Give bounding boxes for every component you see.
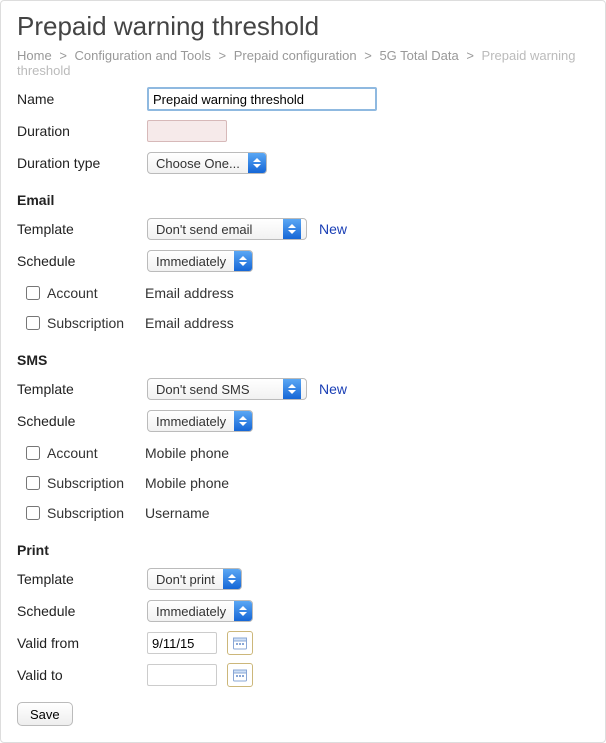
breadcrumb-plan[interactable]: 5G Total Data <box>379 48 458 63</box>
email-schedule-label: Schedule <box>17 253 147 269</box>
email-row-what: Email address <box>145 315 234 331</box>
email-row-who: Subscription <box>47 315 145 331</box>
valid-from-calendar-button[interactable] <box>227 631 253 655</box>
sms-row-who: Subscription <box>47 505 145 521</box>
duration-type-select[interactable]: Choose One... <box>147 152 267 174</box>
duration-label: Duration <box>17 123 147 139</box>
valid-from-label: Valid from <box>17 635 147 651</box>
sms-row-what: Mobile phone <box>145 445 229 461</box>
name-input[interactable] <box>147 87 377 111</box>
sms-subscription-mobile-checkbox[interactable] <box>26 476 40 490</box>
breadcrumb-prepaid-config[interactable]: Prepaid configuration <box>234 48 357 63</box>
sms-account-mobile-checkbox[interactable] <box>26 446 40 460</box>
save-button[interactable]: Save <box>17 702 73 726</box>
valid-to-calendar-button[interactable] <box>227 663 253 687</box>
sms-heading: SMS <box>17 352 589 368</box>
print-schedule-label: Schedule <box>17 603 147 619</box>
valid-to-input[interactable] <box>147 664 217 686</box>
print-schedule-select[interactable]: Immediately <box>147 600 253 622</box>
sms-schedule-label: Schedule <box>17 413 147 429</box>
email-template-value: Don't send email <box>148 219 283 239</box>
select-stepper-icon <box>283 379 301 399</box>
calendar-icon <box>232 635 248 651</box>
breadcrumb-sep: > <box>364 48 372 63</box>
email-heading: Email <box>17 192 589 208</box>
select-stepper-icon <box>234 251 252 271</box>
name-label: Name <box>17 91 147 107</box>
sms-row-what: Username <box>145 505 210 521</box>
email-template-select[interactable]: Don't send email <box>147 218 307 240</box>
email-template-new-link[interactable]: New <box>319 221 347 237</box>
select-stepper-icon <box>248 153 266 173</box>
page-title: Prepaid warning threshold <box>17 11 589 42</box>
print-template-select[interactable]: Don't print <box>147 568 242 590</box>
print-template-value: Don't print <box>148 569 223 589</box>
breadcrumb-sep: > <box>466 48 474 63</box>
breadcrumb-sep: > <box>59 48 67 63</box>
valid-to-label: Valid to <box>17 667 147 683</box>
email-schedule-value: Immediately <box>148 251 234 271</box>
sms-template-new-link[interactable]: New <box>319 381 347 397</box>
sms-subscription-username-checkbox[interactable] <box>26 506 40 520</box>
breadcrumb-home[interactable]: Home <box>17 48 52 63</box>
print-template-label: Template <box>17 571 147 587</box>
email-schedule-select[interactable]: Immediately <box>147 250 253 272</box>
duration-input[interactable] <box>147 120 227 142</box>
breadcrumb-config-tools[interactable]: Configuration and Tools <box>75 48 211 63</box>
form-panel: Prepaid warning threshold Home > Configu… <box>0 0 606 743</box>
valid-from-input[interactable] <box>147 632 217 654</box>
sms-schedule-select[interactable]: Immediately <box>147 410 253 432</box>
sms-template-select[interactable]: Don't send SMS <box>147 378 307 400</box>
sms-row-who: Account <box>47 445 145 461</box>
email-template-label: Template <box>17 221 147 237</box>
print-heading: Print <box>17 542 589 558</box>
breadcrumb: Home > Configuration and Tools > Prepaid… <box>17 48 589 78</box>
sms-schedule-value: Immediately <box>148 411 234 431</box>
email-row-what: Email address <box>145 285 234 301</box>
email-row-who: Account <box>47 285 145 301</box>
select-stepper-icon <box>223 569 241 589</box>
select-stepper-icon <box>234 601 252 621</box>
breadcrumb-sep: > <box>219 48 227 63</box>
select-stepper-icon <box>283 219 301 239</box>
sms-row-what: Mobile phone <box>145 475 229 491</box>
select-stepper-icon <box>234 411 252 431</box>
duration-type-label: Duration type <box>17 155 147 171</box>
duration-type-value: Choose One... <box>148 153 248 173</box>
calendar-icon <box>232 667 248 683</box>
print-schedule-value: Immediately <box>148 601 234 621</box>
sms-template-value: Don't send SMS <box>148 379 283 399</box>
email-account-checkbox[interactable] <box>26 286 40 300</box>
email-subscription-checkbox[interactable] <box>26 316 40 330</box>
sms-template-label: Template <box>17 381 147 397</box>
sms-row-who: Subscription <box>47 475 145 491</box>
